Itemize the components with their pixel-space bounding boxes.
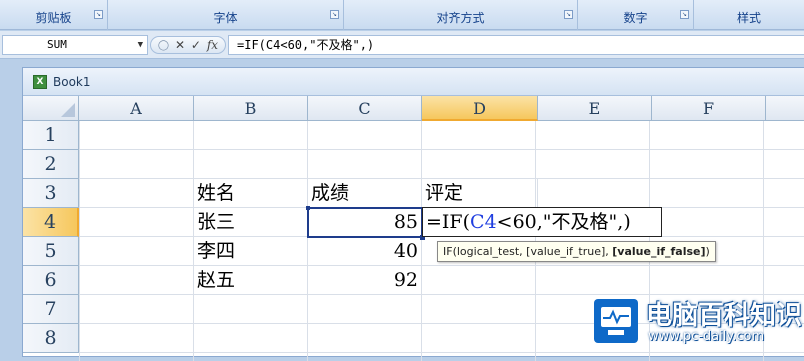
monitor-logo-icon xyxy=(594,299,638,343)
insert-function-icon[interactable]: fx xyxy=(207,38,218,52)
row-header-6[interactable]: 6 xyxy=(23,266,79,295)
ribbon-group-label: 数字 xyxy=(623,10,648,25)
column-header-f[interactable]: F xyxy=(652,96,766,121)
formula-buttons: ◯ ✕ ✓ fx xyxy=(150,36,226,54)
select-all-button[interactable] xyxy=(23,96,79,121)
expand-circle-icon[interactable]: ◯ xyxy=(158,40,169,51)
name-box[interactable]: SUM ▼ xyxy=(2,35,148,55)
row-header-3[interactable]: 3 xyxy=(23,179,79,208)
chevron-down-icon[interactable]: ▼ xyxy=(138,36,143,54)
cell-d3[interactable]: 评定 xyxy=(422,179,538,208)
ribbon-group-label: 对齐方式 xyxy=(436,10,485,25)
ribbon-group-label: 字体 xyxy=(213,10,238,25)
dialog-launcher-icon[interactable]: ↘ xyxy=(330,10,339,19)
tooltip-close: ) xyxy=(705,245,710,258)
cell-c6[interactable]: 92 xyxy=(308,266,422,295)
formula-input[interactable]: =IF(C4<60,"不及格",) xyxy=(228,35,804,55)
column-header-b[interactable]: B xyxy=(194,96,308,121)
row-header-8[interactable]: 8 xyxy=(23,324,79,353)
ribbon-group-clipboard[interactable]: 剪贴板 ↘ xyxy=(0,0,108,30)
cell-c3[interactable]: 成绩 xyxy=(308,179,422,208)
workbook-title-bar: X Book1 xyxy=(23,68,804,96)
row-header-2[interactable]: 2 xyxy=(23,150,79,179)
cell-b5[interactable]: 李四 xyxy=(194,237,308,266)
tooltip-current-arg[interactable]: [value_if_false] xyxy=(612,245,705,258)
dialog-launcher-icon[interactable]: ↘ xyxy=(680,10,689,19)
ribbon-group-label: 剪贴板 xyxy=(35,10,72,25)
cell-c5[interactable]: 40 xyxy=(308,237,422,266)
ribbon: 剪贴板 ↘ 字体 ↘ 对齐方式 ↘ 数字 ↘ 样式 xyxy=(0,0,804,30)
cell-c4[interactable]: 85 xyxy=(306,206,425,240)
watermark: 电脑百科知识 www.pc-daily.com xyxy=(592,293,804,352)
dialog-launcher-icon[interactable]: ↘ xyxy=(564,10,573,19)
row-header-7[interactable]: 7 xyxy=(23,295,79,324)
column-header-e[interactable]: E xyxy=(538,96,652,121)
formula-bar: SUM ▼ ◯ ✕ ✓ fx =IF(C4<60,"不及格",) xyxy=(0,31,804,59)
column-header-d[interactable]: D xyxy=(422,96,538,121)
column-header-a[interactable]: A xyxy=(79,96,194,121)
enter-icon[interactable]: ✓ xyxy=(191,38,201,52)
watermark-title: 电脑百科知识 xyxy=(646,301,803,331)
ribbon-group-font[interactable]: 字体 ↘ xyxy=(108,0,344,30)
row-header-5[interactable]: 5 xyxy=(23,237,79,266)
cell-b3[interactable]: 姓名 xyxy=(194,179,308,208)
excel-icon: X xyxy=(33,75,47,89)
row-header-4[interactable]: 4 xyxy=(23,208,79,237)
row-header-1[interactable]: 1 xyxy=(23,121,79,150)
cancel-icon[interactable]: ✕ xyxy=(175,38,185,52)
cell-b4[interactable]: 张三 xyxy=(194,208,308,237)
tooltip-args: IF(logical_test, [value_if_true], xyxy=(443,245,613,258)
cell-d4-editor[interactable]: =IF(C4<60,"不及格",) xyxy=(422,207,662,237)
column-header-c[interactable]: C xyxy=(308,96,422,121)
ribbon-group-styles[interactable]: 样式 xyxy=(694,0,804,30)
workbook-title: Book1 xyxy=(53,75,91,89)
editor-reference: C4 xyxy=(470,211,497,233)
watermark-url: www.pc-daily.com xyxy=(648,329,765,344)
ribbon-group-alignment[interactable]: 对齐方式 ↘ xyxy=(344,0,578,30)
ribbon-group-number[interactable]: 数字 ↘ xyxy=(578,0,694,30)
ribbon-group-label: 样式 xyxy=(736,10,761,25)
editor-suffix: <60,"不及格",) xyxy=(496,211,631,233)
cell-b6[interactable]: 赵五 xyxy=(194,266,308,295)
dialog-launcher-icon[interactable]: ↘ xyxy=(94,10,103,19)
function-tooltip: IF(logical_test, [value_if_true], [value… xyxy=(437,241,716,262)
name-box-value: SUM xyxy=(47,38,67,51)
editor-prefix: =IF( xyxy=(426,211,471,233)
column-header-g[interactable] xyxy=(766,96,804,121)
